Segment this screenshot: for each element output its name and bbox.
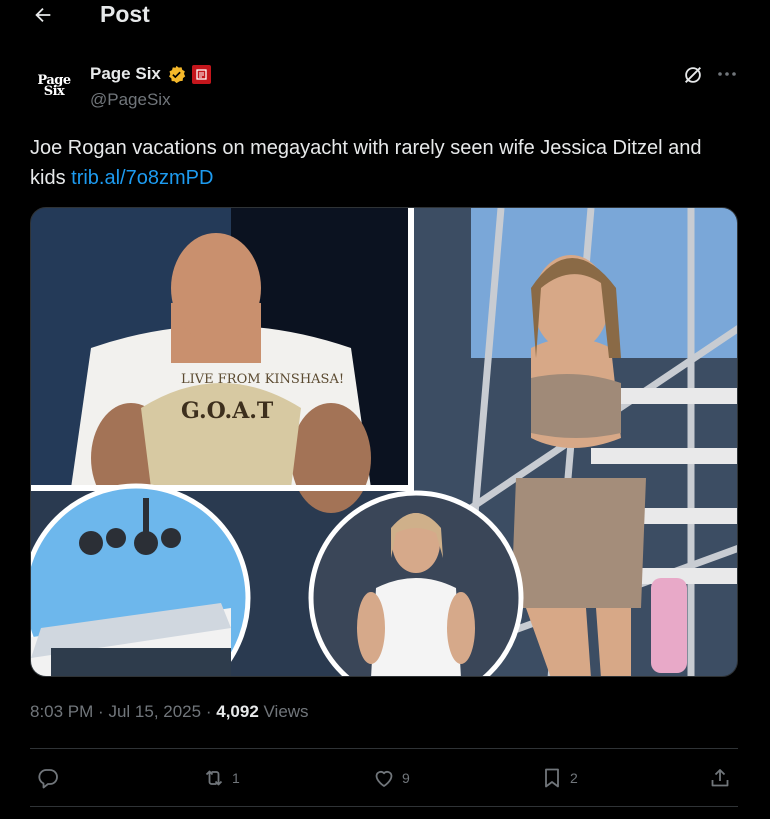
page-title: Post xyxy=(100,1,150,27)
tweet-date[interactable]: Jul 15, 2025 xyxy=(108,702,201,721)
shirt-text-2: G.O.A.T xyxy=(181,398,274,424)
avatar-logo-text: Page Six xyxy=(37,73,71,99)
like-button[interactable]: 9 xyxy=(372,766,410,790)
author-name-row: Page Six xyxy=(90,64,211,84)
views-count: 4,092 xyxy=(216,702,259,721)
author-handle[interactable]: @PageSix xyxy=(90,90,171,110)
repost-button[interactable]: 1 xyxy=(202,766,240,790)
gold-verified-badge-icon[interactable] xyxy=(167,65,186,84)
arrow-left-icon[interactable] xyxy=(32,4,54,26)
reply-icon xyxy=(38,769,58,789)
media-collage-image: LIVE FROM KINSHASA! G.O.A.T xyxy=(31,208,737,676)
like-count: 9 xyxy=(402,770,410,786)
tweet-link[interactable]: trib.al/7o8zmPD xyxy=(71,167,213,189)
meta-separator-2: · xyxy=(205,702,212,721)
more-options-icon[interactable] xyxy=(716,66,738,82)
bookmark-button[interactable]: 2 xyxy=(540,766,578,790)
repost-count: 1 xyxy=(232,770,240,786)
top-bar: Post xyxy=(0,0,770,30)
reply-button[interactable] xyxy=(36,766,66,790)
bookmark-count: 2 xyxy=(570,770,578,786)
divider-bottom xyxy=(30,806,738,807)
tweet-time[interactable]: 8:03 PM xyxy=(30,702,93,721)
grok-icon[interactable] xyxy=(682,64,704,86)
share-icon xyxy=(711,769,729,787)
repost-icon xyxy=(205,770,223,786)
views-label: Views xyxy=(263,702,309,721)
divider-top xyxy=(30,748,738,749)
tweet-text: Joe Rogan vacations on megayacht with ra… xyxy=(30,133,730,193)
bookmark-icon xyxy=(545,768,559,788)
heart-icon xyxy=(375,770,393,787)
meta-separator: · xyxy=(98,702,104,721)
author-display-name[interactable]: Page Six xyxy=(90,64,161,84)
tweet-meta: 8:03 PM · Jul 15, 2025 · 4,092 Views xyxy=(30,702,309,722)
share-button[interactable] xyxy=(708,766,732,790)
avatar[interactable]: Page Six xyxy=(30,62,78,110)
news-corp-affiliate-icon[interactable] xyxy=(191,64,211,84)
shirt-text: LIVE FROM KINSHASA! xyxy=(181,372,344,387)
tweet-media[interactable]: LIVE FROM KINSHASA! G.O.A.T xyxy=(30,207,738,677)
